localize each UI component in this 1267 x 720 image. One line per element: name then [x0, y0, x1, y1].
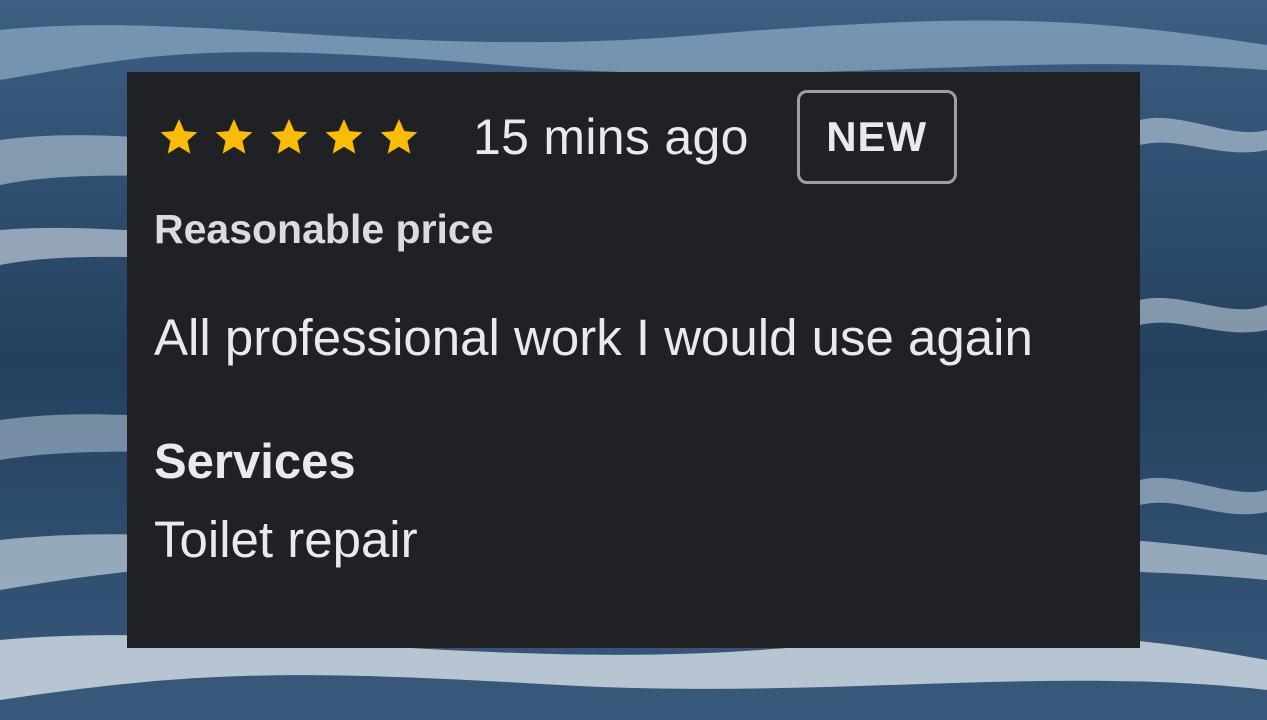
- star-icon: [212, 115, 256, 159]
- review-text: All professional work I would use again: [154, 309, 1033, 366]
- star-icon: [322, 115, 366, 159]
- review-card: 15 mins ago NEW Reasonable price All pro…: [127, 72, 1140, 648]
- services-label: Services: [154, 435, 356, 489]
- star-icon: [157, 115, 201, 159]
- star-icon: [267, 115, 311, 159]
- new-badge: NEW: [796, 90, 957, 184]
- review-attribute: Reasonable price: [154, 206, 494, 252]
- star-icon: [377, 115, 421, 159]
- star-rating: [157, 115, 421, 159]
- services-value: Toilet repair: [154, 511, 418, 568]
- review-time: 15 mins ago: [473, 109, 749, 165]
- rating-row: 15 mins ago NEW: [157, 88, 957, 186]
